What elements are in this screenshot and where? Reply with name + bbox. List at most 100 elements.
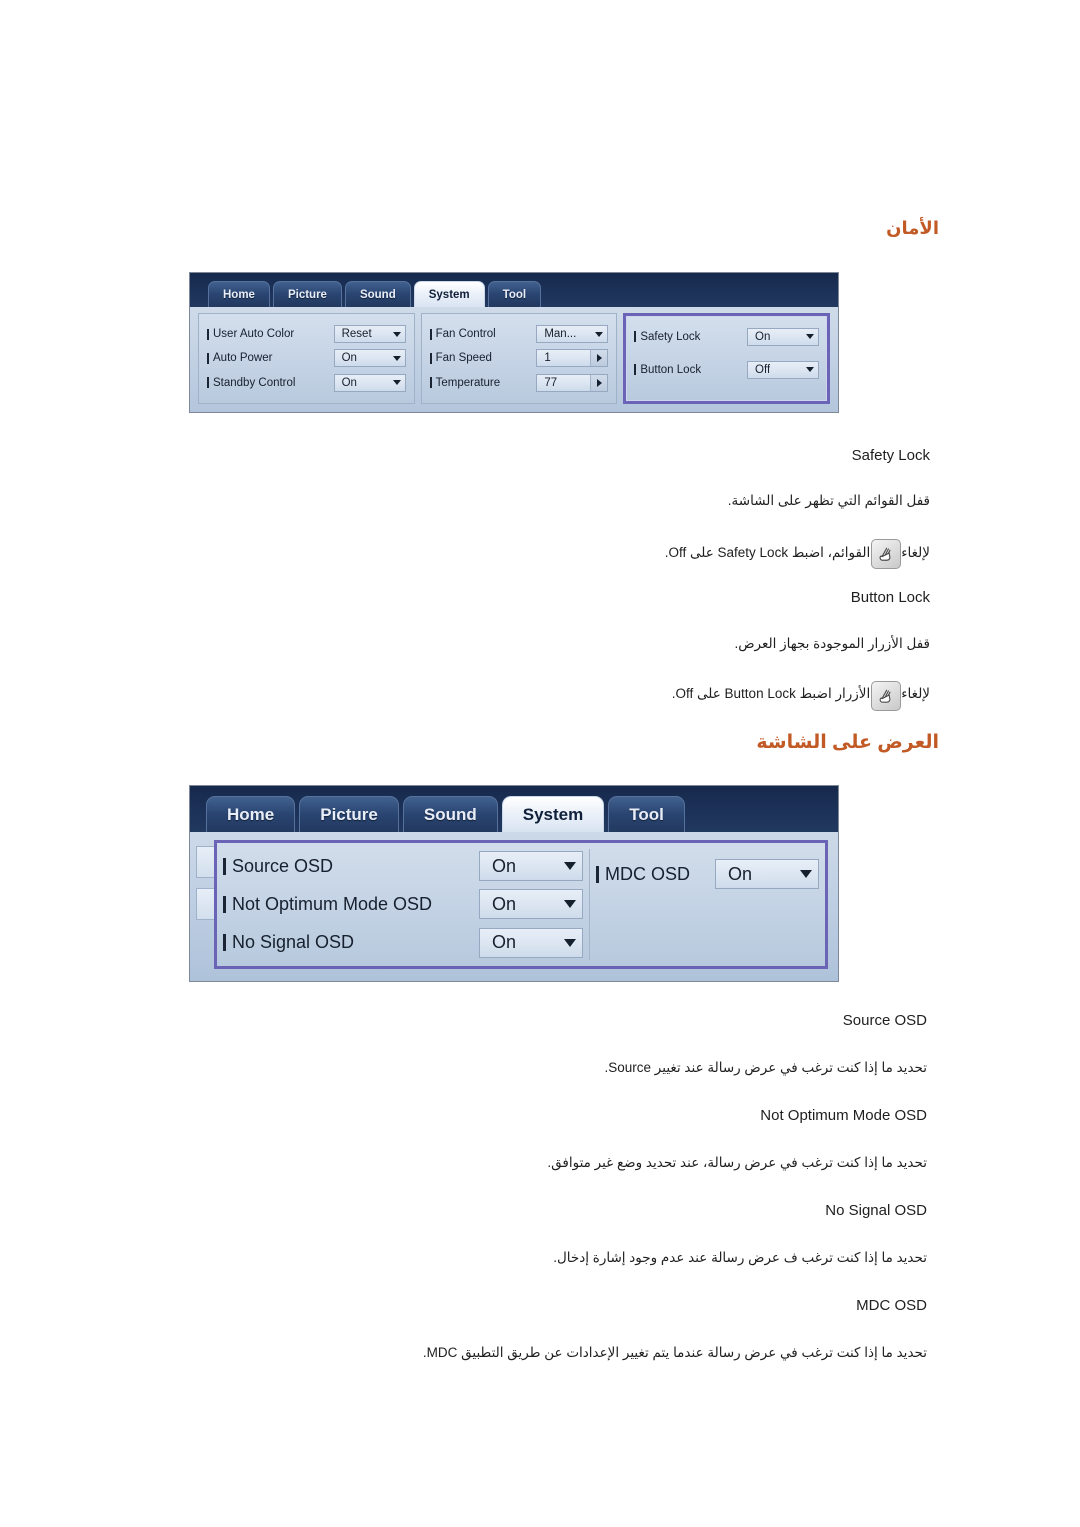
chevron-down-icon — [392, 380, 401, 386]
tab-home[interactable]: Home — [208, 281, 270, 307]
tab-picture[interactable]: Picture — [299, 796, 399, 832]
description-no-signal-osd: تحديد ما إذا كنت ترغب ف عرض رسالة عند عد… — [553, 1250, 927, 1265]
label-fan-speed: Fan Speed — [430, 352, 537, 364]
osd-column-right: MDC OSD On — [596, 847, 819, 962]
term-not-optimum-mode-osd: Not Optimum Mode OSD — [760, 1107, 927, 1124]
row-auto-power: Auto Power On — [207, 346, 406, 370]
value-fan-control: Man... — [544, 328, 577, 341]
tab-system[interactable]: System — [413, 281, 485, 307]
tab-tool[interactable]: Tool — [487, 281, 542, 307]
row-standby-control: Standby Control On — [207, 371, 406, 395]
row-temperature: Temperature 77 — [430, 371, 609, 395]
dropdown-mdc-osd[interactable]: On — [715, 859, 819, 889]
group-fan-temperature: Fan Control Man... Fan Speed 1 Temperatu… — [420, 313, 618, 404]
tab-tool[interactable]: Tool — [608, 796, 685, 832]
value-user-auto-color: Reset — [341, 328, 372, 341]
description-source-osd: تحديد ما إذا كنت ترغب في عرض رسالة عند ت… — [604, 1060, 928, 1075]
clipped-control — [196, 888, 214, 920]
tab-sound[interactable]: Sound — [344, 281, 411, 307]
row-button-lock: Button Lock Off — [634, 357, 820, 382]
row-source-osd: Source OSD On — [223, 847, 583, 885]
row-safety-lock: Safety Lock On — [634, 324, 820, 349]
clipped-control — [196, 846, 214, 878]
hand-note-icon — [871, 539, 901, 569]
tab-home[interactable]: Home — [206, 796, 296, 832]
label-button-lock: Button Lock — [634, 364, 747, 376]
label-not-optimum-mode-osd: Not Optimum Mode OSD — [223, 894, 479, 915]
dropdown-standby-control[interactable]: On — [333, 373, 406, 392]
description-not-optimum-mode-osd: تحديد ما إذا كنت ترغب في عرض رسالة، عند … — [547, 1155, 927, 1170]
osd-column-left: Source OSD On Not Optimum Mode OSD On No… — [223, 847, 583, 962]
description-mdc-osd: تحديد ما إذا كنت ترغب في عرض رسالة عندما… — [422, 1345, 927, 1360]
value-safety-lock: On — [755, 330, 771, 343]
row-mdc-osd: MDC OSD On — [596, 853, 819, 895]
value-not-optimum-mode-osd: On — [492, 893, 517, 914]
tab-system[interactable]: System — [501, 796, 605, 832]
mdc-system-body: User Auto Color Reset Auto Power On Stan… — [190, 307, 838, 412]
term-source-osd: Source OSD — [842, 1012, 927, 1029]
clipped-left-column — [196, 840, 214, 969]
label-user-auto-color: User Auto Color — [207, 328, 334, 340]
label-temperature: Temperature — [430, 377, 537, 389]
tab-picture[interactable]: Picture — [272, 281, 342, 307]
stepper-temperature[interactable]: 77 — [536, 373, 609, 392]
chevron-down-icon — [564, 900, 576, 909]
group-display-settings: User Auto Color Reset Auto Power On Stan… — [198, 313, 415, 404]
label-no-signal-osd: No Signal OSD — [223, 932, 479, 953]
chevron-down-icon — [806, 334, 815, 339]
mdc-osd-body: Source OSD On Not Optimum Mode OSD On No… — [190, 832, 838, 981]
row-no-signal-osd: No Signal OSD On — [223, 924, 583, 962]
chevron-down-icon — [392, 331, 401, 337]
row-user-auto-color: User Auto Color Reset — [207, 322, 406, 346]
chevron-down-icon — [595, 331, 604, 337]
mdc-tab-bar: Home Picture Sound System Tool — [190, 273, 838, 307]
value-fan-speed: 1 — [544, 352, 551, 365]
section-heading-security: الأمان — [886, 218, 939, 238]
spinner-right-arrow-icon[interactable] — [590, 350, 608, 367]
row-not-optimum-mode-osd: Not Optimum Mode OSD On — [223, 885, 583, 923]
value-temperature: 77 — [544, 376, 558, 389]
description-button-lock: قفل الأزرار الموجودة بجهاز العرض. — [734, 636, 930, 651]
row-fan-control: Fan Control Man... — [430, 322, 609, 346]
dropdown-auto-power[interactable]: On — [333, 349, 406, 368]
term-mdc-osd: MDC OSD — [856, 1297, 927, 1314]
value-auto-power: On — [341, 352, 357, 365]
mdc-osd-settings-screenshot: Home Picture Sound System Tool Source OS… — [190, 786, 838, 981]
label-fan-control: Fan Control — [430, 328, 537, 340]
group-security-locks: Safety Lock On Button Lock Off — [623, 313, 831, 404]
term-no-signal-osd: No Signal OSD — [825, 1202, 927, 1219]
section-heading-on-screen-display: العرض على الشاشة — [756, 732, 939, 753]
chevron-down-icon — [564, 862, 576, 871]
row-fan-speed: Fan Speed 1 — [430, 346, 609, 370]
dropdown-safety-lock[interactable]: On — [747, 327, 820, 346]
value-button-lock: Off — [755, 363, 771, 376]
dropdown-not-optimum-mode-osd[interactable]: On — [479, 889, 583, 920]
chevron-down-icon — [392, 355, 401, 361]
dropdown-no-signal-osd[interactable]: On — [479, 927, 583, 958]
label-source-osd: Source OSD — [223, 856, 479, 877]
term-safety-lock: Safety Lock — [851, 447, 930, 464]
tab-sound[interactable]: Sound — [402, 796, 498, 832]
term-button-lock: Button Lock — [850, 589, 930, 606]
value-mdc-osd: On — [728, 863, 753, 884]
chevron-down-icon — [800, 870, 812, 878]
value-no-signal-osd: On — [492, 932, 517, 953]
value-source-osd: On — [492, 855, 517, 876]
mdc-system-settings-screenshot: Home Picture Sound System Tool User Auto… — [190, 273, 838, 412]
column-divider — [589, 849, 590, 960]
dropdown-user-auto-color[interactable]: Reset — [333, 325, 406, 344]
spinner-right-arrow-icon[interactable] — [590, 374, 608, 391]
manual-page: الأمان Home Picture Sound System Tool Us… — [0, 0, 1080, 1527]
label-mdc-osd: MDC OSD — [596, 864, 715, 885]
description-safety-lock: قفل القوائم التي تظهر على الشاشة. — [727, 493, 930, 508]
dropdown-button-lock[interactable]: Off — [747, 360, 820, 379]
chevron-down-icon — [806, 367, 815, 372]
value-standby-control: On — [341, 376, 357, 389]
chevron-down-icon — [564, 938, 576, 947]
dropdown-fan-control[interactable]: Man... — [536, 325, 609, 344]
group-osd-settings: Source OSD On Not Optimum Mode OSD On No… — [214, 840, 828, 969]
stepper-fan-speed[interactable]: 1 — [536, 349, 609, 368]
dropdown-source-osd[interactable]: On — [479, 851, 583, 882]
label-standby-control: Standby Control — [207, 377, 334, 389]
label-safety-lock: Safety Lock — [634, 331, 747, 343]
